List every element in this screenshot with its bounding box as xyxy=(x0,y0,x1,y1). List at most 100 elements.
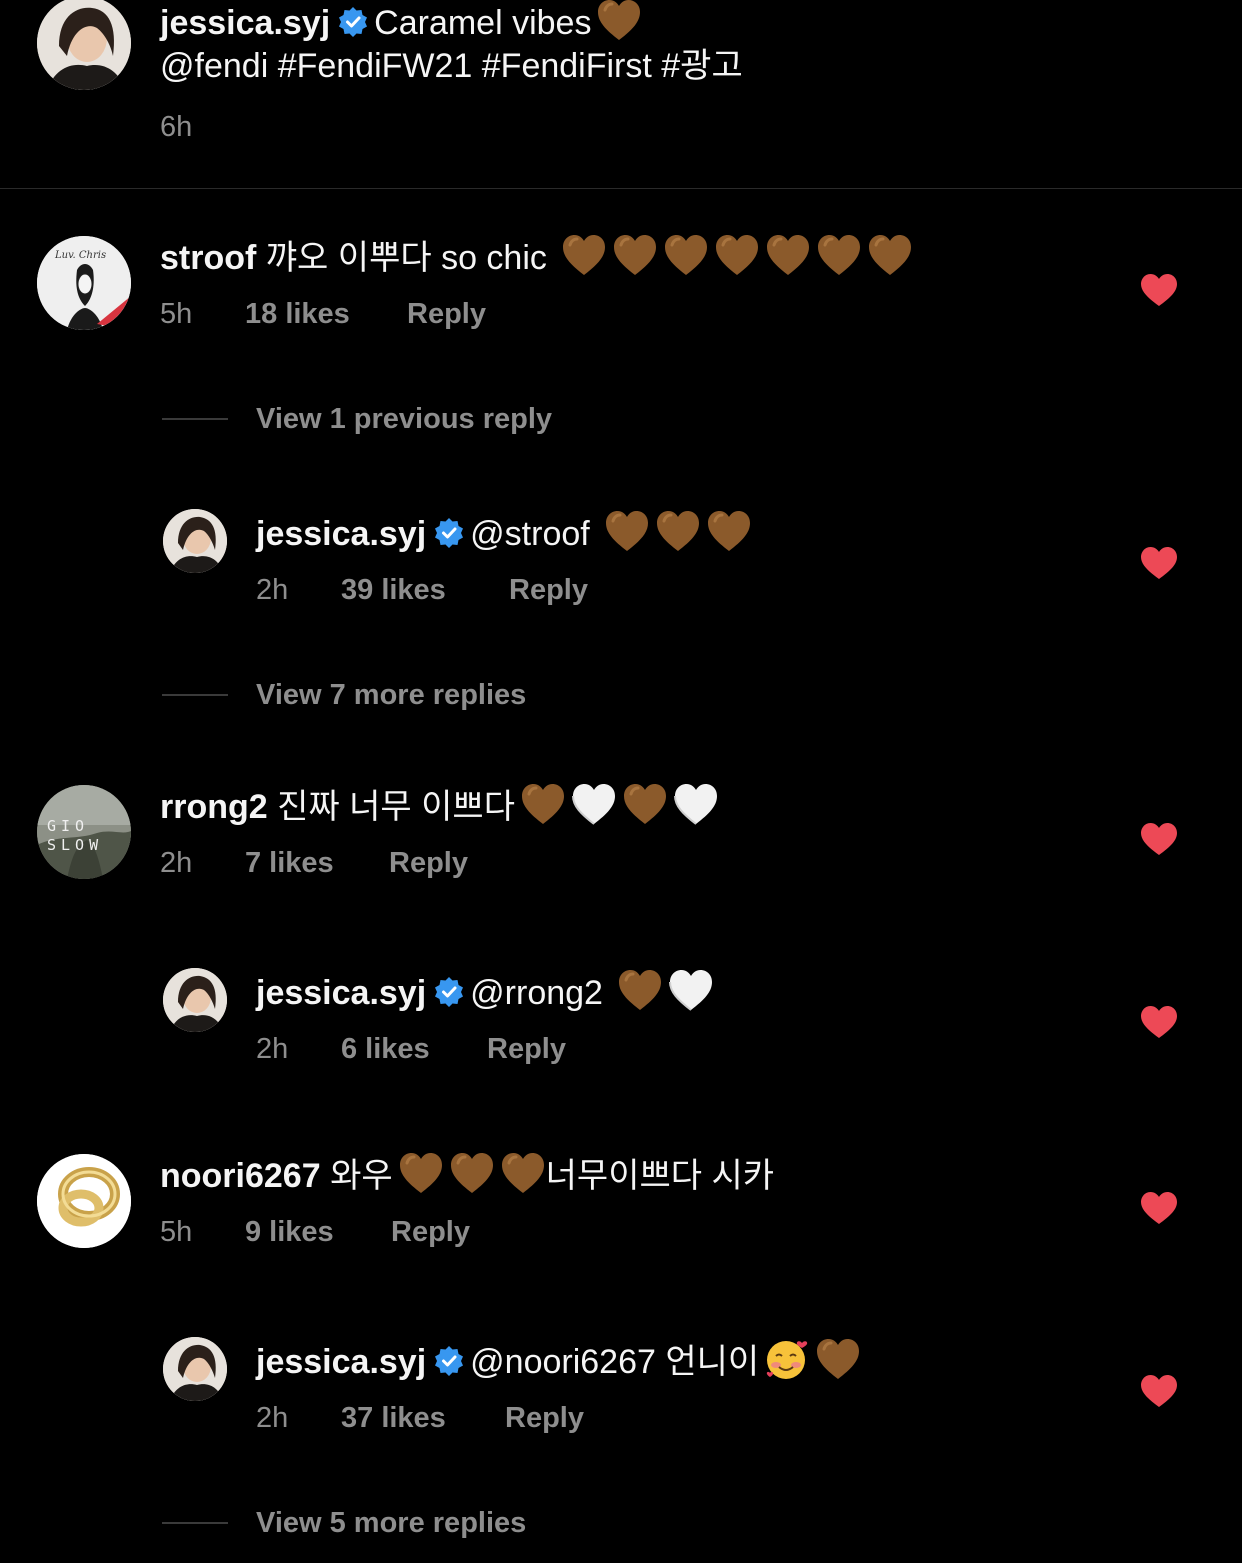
comment-time: 5h xyxy=(160,1216,193,1248)
avatar-photo xyxy=(37,1154,131,1248)
reply-likes[interactable]: 37 likes xyxy=(341,1401,446,1435)
view-more-replies[interactable]: View 7 more replies xyxy=(256,678,526,712)
comment-meta: 5h 9 likes Reply xyxy=(160,1215,560,1249)
view-more-replies[interactable]: View 5 more replies xyxy=(256,1506,526,1540)
like-heart-icon[interactable] xyxy=(1140,1005,1178,1039)
divider xyxy=(0,188,1242,189)
reply-username[interactable]: jessica.syj xyxy=(256,515,426,553)
comment-time: 2h xyxy=(160,847,193,879)
comment-line: stroof 꺄오 이뿌다 so chic xyxy=(160,233,913,278)
brown-heart-icon xyxy=(663,233,709,277)
verified-badge-icon xyxy=(434,977,464,1007)
reply-line: jessica.syj @rrong2 xyxy=(256,968,714,1013)
avatar-jessica[interactable] xyxy=(37,0,131,90)
brown-heart-icon xyxy=(816,233,862,277)
brown-heart-icon xyxy=(714,233,760,277)
reply-username[interactable]: jessica.syj xyxy=(256,1343,426,1381)
reply-text: @noori6267 언니이 xyxy=(470,1343,760,1381)
reply-time: 2h xyxy=(256,1033,289,1065)
comment-text-after: 너무이쁘다 시카 xyxy=(545,1157,775,1195)
comment-username[interactable]: stroof xyxy=(160,239,256,277)
avatar-photo xyxy=(163,1337,227,1401)
reply-button[interactable]: Reply xyxy=(407,297,486,331)
brown-heart-icon xyxy=(655,509,701,553)
verified-badge-icon xyxy=(434,1346,464,1376)
thread-line xyxy=(162,1522,228,1524)
like-heart-icon[interactable] xyxy=(1140,546,1178,580)
reply-line: jessica.syj @stroof xyxy=(256,509,752,554)
reply-username[interactable]: jessica.syj xyxy=(256,974,426,1012)
like-heart-icon[interactable] xyxy=(1140,1374,1178,1408)
brown-heart-icon xyxy=(706,509,752,553)
post-tags: @fendi #FendiFW21 #FendiFirst #광고 xyxy=(160,47,743,85)
post-caption: Caramel vibes xyxy=(374,4,592,42)
reply-button[interactable]: Reply xyxy=(389,846,468,880)
reply-text: @stroof xyxy=(470,515,590,553)
brown-heart-icon xyxy=(500,1151,546,1195)
avatar-photo xyxy=(163,968,227,1032)
reply-text: @rrong2 xyxy=(470,974,603,1012)
avatar-photo xyxy=(37,0,131,90)
avatar-signature: Luv. Chris xyxy=(55,250,107,261)
verified-badge-icon xyxy=(338,7,368,37)
reply-button[interactable]: Reply xyxy=(487,1032,566,1066)
reply-line: jessica.syj @noori6267 언니이 xyxy=(256,1337,861,1382)
avatar-photo xyxy=(163,509,227,573)
comment-emojis xyxy=(393,1157,546,1195)
comment-line: rrong2 진짜 너무 이쁘다 xyxy=(160,782,719,827)
brown-heart-icon xyxy=(449,1151,495,1195)
brown-heart-icon xyxy=(604,509,650,553)
comment-line: noori6267 와우 너무이쁘다 시카 xyxy=(160,1151,774,1196)
comment-username[interactable]: noori6267 xyxy=(160,1157,321,1195)
thread-line xyxy=(162,418,228,420)
brown-heart-icon xyxy=(765,233,811,277)
thread-line xyxy=(162,694,228,696)
brown-heart-icon xyxy=(815,1337,861,1381)
comment-likes[interactable]: 7 likes xyxy=(245,846,334,880)
brown-heart-icon xyxy=(867,233,913,277)
comment-text: 진짜 너무 이쁘다 xyxy=(277,788,515,826)
reply-time: 2h xyxy=(256,1402,289,1434)
like-heart-icon[interactable] xyxy=(1140,1191,1178,1225)
brown-heart-icon xyxy=(617,968,663,1012)
reply-likes[interactable]: 39 likes xyxy=(341,573,446,607)
brown-heart-icon xyxy=(561,233,607,277)
reply-likes[interactable]: 6 likes xyxy=(341,1032,430,1066)
comment-emojis xyxy=(556,239,913,277)
avatar-noori6267[interactable] xyxy=(37,1154,131,1248)
post-username[interactable]: jessica.syj xyxy=(160,4,330,42)
brown-heart-icon xyxy=(622,782,668,826)
post-caption-line: jessica.syj Caramel vibes xyxy=(160,0,642,43)
avatar-stroof[interactable]: Luv. Chris xyxy=(37,236,131,330)
avatar-jessica[interactable] xyxy=(163,1337,227,1401)
brown-heart-icon xyxy=(612,233,658,277)
reply-emojis xyxy=(612,974,714,1012)
reply-time: 2h xyxy=(256,574,289,606)
white-heart-icon xyxy=(571,782,617,826)
avatar-jessica[interactable] xyxy=(163,509,227,573)
reply-emojis xyxy=(599,515,752,553)
comment-emojis xyxy=(515,788,719,826)
reply-button[interactable]: Reply xyxy=(505,1401,584,1435)
reply-meta: 2h 39 likes Reply xyxy=(256,573,656,607)
comment-username[interactable]: rrong2 xyxy=(160,788,268,826)
comment-likes[interactable]: 9 likes xyxy=(245,1215,334,1249)
like-heart-icon[interactable] xyxy=(1140,273,1178,307)
post-time: 6h xyxy=(160,111,193,143)
view-previous-replies[interactable]: View 1 previous reply xyxy=(256,402,552,436)
avatar-overlay-text: GIO SLOW xyxy=(47,817,104,854)
reply-button[interactable]: Reply xyxy=(391,1215,470,1249)
reply-emojis xyxy=(759,1343,861,1381)
avatar-jessica[interactable] xyxy=(163,968,227,1032)
comment-text: 꺄오 이뿌다 so chic xyxy=(265,239,547,277)
white-heart-icon xyxy=(668,968,714,1012)
verified-badge-icon xyxy=(434,518,464,548)
like-heart-icon[interactable] xyxy=(1140,822,1178,856)
comment-time: 5h xyxy=(160,298,193,330)
comment-text: 와우 xyxy=(330,1157,393,1195)
comment-likes[interactable]: 18 likes xyxy=(245,297,350,331)
reply-button[interactable]: Reply xyxy=(509,573,588,607)
avatar-rrong2[interactable]: GIO SLOW xyxy=(37,785,131,879)
brown-heart-icon xyxy=(520,782,566,826)
white-heart-icon xyxy=(673,782,719,826)
